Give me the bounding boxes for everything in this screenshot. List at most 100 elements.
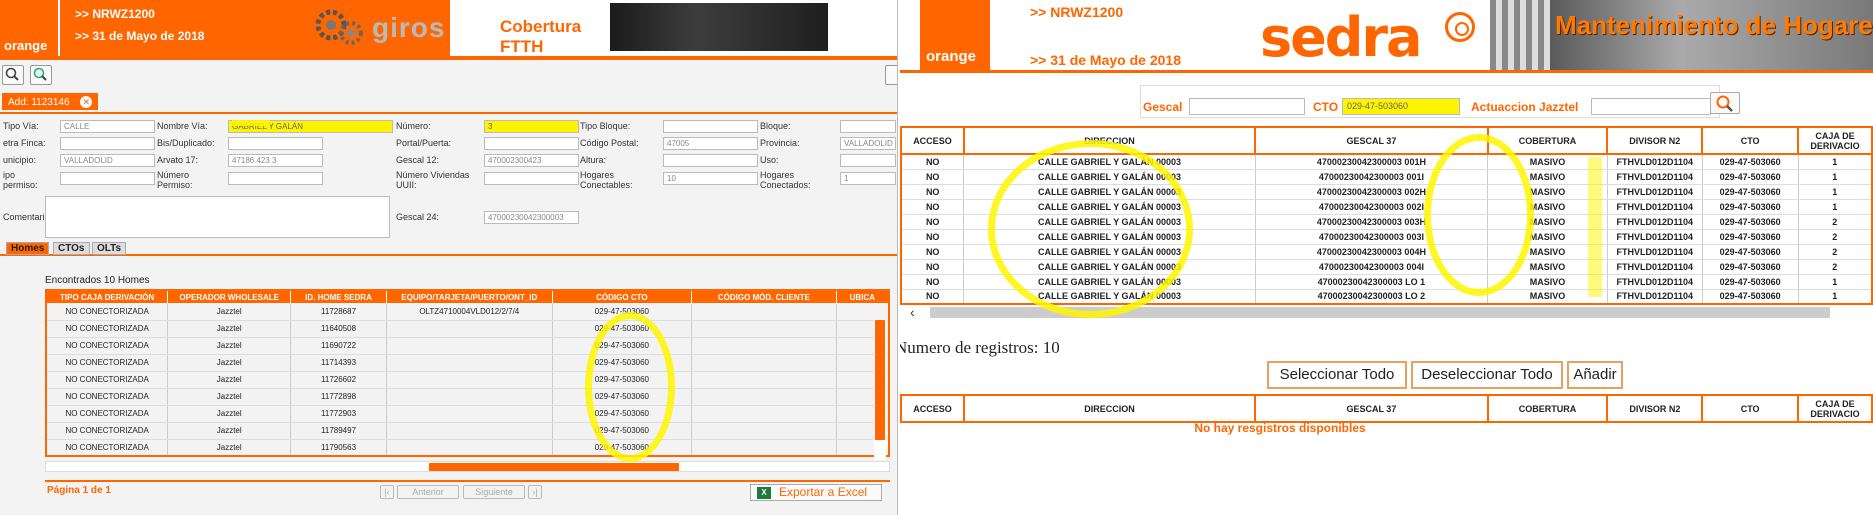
actuacion-jazztel-input[interactable] xyxy=(1591,98,1711,115)
tipo-bloque-field[interactable] xyxy=(663,120,758,133)
tab-ctos[interactable]: CTOs xyxy=(53,242,90,255)
table-row[interactable]: NO CALLE GABRIEL Y GALÁN 00003 47000230042… xyxy=(901,259,1873,275)
table-row[interactable]: NO CONECTORIZADA Jazztel 11772898 029-47-50… xyxy=(46,388,890,406)
table-row[interactable]: NO CALLE GABRIEL Y GALÁN 00003 47000230042… xyxy=(901,244,1873,260)
bis-duplicado-label: Bis/Duplicado: xyxy=(157,138,215,148)
bis-duplicado-field[interactable] xyxy=(228,137,323,150)
table-row[interactable]: NO CALLE GABRIEL Y GALÁN 00003 47000230042… xyxy=(901,199,1873,215)
col-divisor[interactable]: DIVISOR N2 xyxy=(1606,126,1704,155)
scroll-thumb[interactable] xyxy=(429,463,679,471)
table-row[interactable]: NO CONECTORIZADA Jazztel 11690722 029-47-50… xyxy=(46,337,890,355)
zoom-button[interactable] xyxy=(30,65,52,85)
table-row[interactable]: NO CALLE GABRIEL Y GALÁN 00003 47000230042… xyxy=(901,169,1873,185)
search-button[interactable] xyxy=(2,65,24,85)
municipio-field[interactable]: VALLADOLID xyxy=(60,154,155,167)
table-cell: 029-47-503060 xyxy=(1702,244,1799,260)
tipo-via-field[interactable]: CALLE xyxy=(60,120,155,133)
provincia-field[interactable]: VALLADOLID xyxy=(840,137,896,150)
gescal24-field[interactable]: 47000230042300003 xyxy=(484,211,579,224)
col-caja[interactable]: CAJA DE DERIVACIO xyxy=(1797,394,1873,423)
col-divisor[interactable]: DIVISOR N2 xyxy=(1606,394,1704,423)
table-row[interactable]: NO CALLE GABRIEL Y GALÁN 00003 47000230042… xyxy=(901,274,1873,290)
uso-field[interactable] xyxy=(840,154,896,167)
table-cell: NO CONECTORIZADA xyxy=(46,388,169,406)
scroll-left-icon[interactable]: ‹ xyxy=(910,304,915,320)
col-codigo-mod[interactable]: CÓDIGO MÓD. CLIENTE xyxy=(691,290,837,303)
nombre-via-field[interactable]: GABRIEL Y GALÁN xyxy=(228,120,393,133)
numero-field[interactable]: 3 xyxy=(484,120,579,133)
search-button[interactable] xyxy=(1710,92,1740,114)
tab-olts[interactable]: OLTs xyxy=(92,242,127,255)
col-ubica[interactable]: UBICA xyxy=(836,290,890,303)
search-icon xyxy=(1716,95,1733,112)
portal-puerta-field[interactable] xyxy=(484,137,579,150)
col-acceso[interactable]: ACCESO xyxy=(900,126,965,155)
prev-page-button[interactable]: Anterior xyxy=(397,485,459,499)
bloque-field[interactable] xyxy=(840,120,896,133)
col-direccion[interactable]: DIRECCION xyxy=(962,394,1257,423)
hogares-conectables-field[interactable]: 10 xyxy=(663,172,758,185)
add-button[interactable]: Añadir xyxy=(1567,361,1623,389)
export-excel-button[interactable]: X Exportar a Excel xyxy=(750,484,882,501)
cto-input[interactable]: 029-47-503060 xyxy=(1342,98,1460,115)
table-row[interactable]: NO CONECTORIZADA Jazztel 11728687 OLTZ47100… xyxy=(46,303,890,321)
table-cell: MASIVO xyxy=(1487,169,1608,185)
table-row[interactable]: NO CALLE GABRIEL Y GALÁN 00003 47000230042… xyxy=(901,184,1873,200)
first-page-button[interactable]: |‹ xyxy=(380,485,394,499)
altura-field[interactable] xyxy=(663,154,758,167)
table-row[interactable]: NO CALLE GABRIEL Y GALÁN 00003 47000230042… xyxy=(901,289,1873,305)
table-row[interactable]: NO CALLE GABRIEL Y GALÁN 00003 47000230042… xyxy=(901,154,1873,170)
col-codigo-cto[interactable]: CÓDIGO CTO xyxy=(552,290,693,303)
excel-icon: X xyxy=(757,487,771,499)
gescal-input[interactable] xyxy=(1189,98,1305,115)
col-cobertura[interactable]: COBERTURA xyxy=(1486,394,1609,423)
col-operador[interactable]: OPERADOR WHOLESALE xyxy=(167,290,292,303)
table-row[interactable]: NO CALLE GABRIEL Y GALÁN 00003 47000230042… xyxy=(901,214,1873,230)
add-tab-label: Add: 1123146 xyxy=(8,97,70,108)
col-cto[interactable]: CTO xyxy=(1701,126,1800,155)
col-gescal37[interactable]: GESCAL 37 xyxy=(1254,126,1489,155)
letra-finca-field[interactable] xyxy=(60,137,155,150)
col-gescal37[interactable]: GESCAL 37 xyxy=(1254,394,1489,423)
add-tab[interactable]: Add: 1123146 ✕ xyxy=(2,93,99,110)
tab-homes[interactable]: Homes xyxy=(6,242,50,255)
next-page-button[interactable]: Siguiente xyxy=(463,485,525,499)
deselect-all-button[interactable]: Deseleccionar Todo xyxy=(1411,361,1563,389)
table-row[interactable]: NO CONECTORIZADA Jazztel 11714393 029-47-50… xyxy=(46,354,890,372)
table-cell: FTHVLD012D1104 xyxy=(1607,274,1703,290)
panel-toggle-button[interactable] xyxy=(885,65,897,85)
col-tipo-caja[interactable]: TIPO CAJA DERIVACIÓN xyxy=(46,290,169,303)
homes-horizontal-scrollbar[interactable] xyxy=(45,461,890,472)
comentario-textarea[interactable] xyxy=(45,196,390,238)
col-direccion[interactable]: DIRECCION xyxy=(962,126,1257,155)
numero-permiso-field[interactable] xyxy=(228,172,323,185)
col-cobertura[interactable]: COBERTURA xyxy=(1486,126,1609,155)
select-all-button[interactable]: Seleccionar Todo xyxy=(1267,361,1407,389)
gescal12-field[interactable]: 470002300423 xyxy=(484,154,579,167)
scroll-thumb[interactable] xyxy=(930,307,1830,318)
table-row[interactable]: NO CONECTORIZADA Jazztel 11789497 029-47-50… xyxy=(46,422,890,440)
table-row[interactable]: NO CALLE GABRIEL Y GALÁN 00003 47000230042… xyxy=(901,229,1873,245)
hogares-conectados-field[interactable]: 1 xyxy=(840,172,896,185)
table-row[interactable]: NO CONECTORIZADA Jazztel 11772903 029-47-50… xyxy=(46,405,890,423)
portal-puerta-label: Portal/Puerta: xyxy=(396,138,452,148)
table-cell: FTHVLD012D1104 xyxy=(1607,199,1703,215)
codigo-postal-field[interactable]: 47005 xyxy=(663,137,758,150)
col-equipo[interactable]: EQUIPO/TARJETA/PUERTO/ONT_ID xyxy=(386,290,553,303)
last-page-button[interactable]: ›| xyxy=(528,485,542,499)
table-row[interactable]: NO CONECTORIZADA Jazztel 11790563 029-47-50… xyxy=(46,439,890,457)
scroll-thumb[interactable] xyxy=(875,320,885,440)
close-tab-icon[interactable]: ✕ xyxy=(80,96,93,108)
num-viviendas-field[interactable] xyxy=(484,172,579,185)
table-row[interactable]: NO CONECTORIZADA Jazztel 11640508 029-47-50… xyxy=(46,320,890,338)
col-cto[interactable]: CTO xyxy=(1701,394,1800,423)
col-id-home[interactable]: ID. HOME SEDRA xyxy=(290,290,387,303)
table-cell: 029-47-503060 xyxy=(552,320,693,338)
col-caja[interactable]: CAJA DE DERIVACIO xyxy=(1797,126,1873,155)
homes-vertical-scrollbar[interactable] xyxy=(874,320,886,460)
arvato-field[interactable]: 47186 423 3 xyxy=(228,154,323,167)
tipo-permiso-field[interactable] xyxy=(60,172,155,185)
table-row[interactable]: NO CONECTORIZADA Jazztel 11726602 029-47-50… xyxy=(46,371,890,389)
hogares-horizontal-scrollbar[interactable]: ‹ xyxy=(908,304,1848,320)
col-acceso[interactable]: ACCESO xyxy=(900,394,965,423)
